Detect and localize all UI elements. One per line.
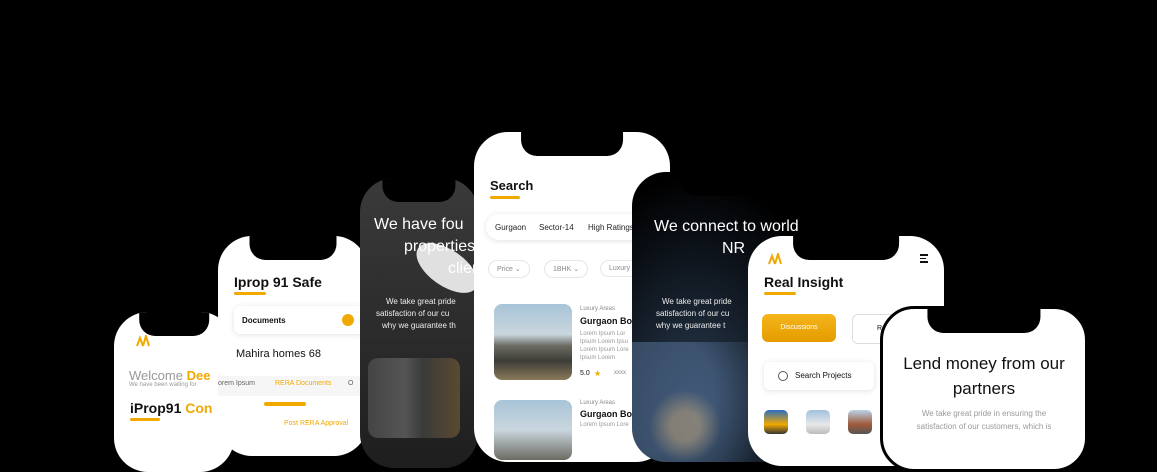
phone-notch — [139, 312, 209, 336]
project-name: Mahira homes 68 — [236, 348, 321, 360]
welcome-title: iProp91 Con — [130, 400, 213, 416]
search-icon — [778, 371, 788, 381]
discussions-label: Discussions — [780, 324, 818, 331]
documents-row[interactable]: Documents — [234, 306, 364, 334]
title-underline — [490, 196, 520, 199]
listing-image — [494, 304, 572, 380]
project-thumb[interactable] — [848, 410, 872, 434]
phone-safe: Iprop 91 Safe Documents Mahira homes 68 … — [218, 236, 368, 456]
listing-category: Luxury Areas — [580, 400, 616, 406]
chevron-down-icon: ⌄ — [573, 266, 580, 273]
search-projects-input[interactable]: Search Projects — [764, 362, 874, 390]
title-underline — [234, 292, 266, 295]
listing-name: Gurgaon Bo — [580, 409, 632, 419]
phone-notch — [927, 309, 1041, 333]
search-placeholder: Search Projects — [795, 371, 852, 380]
body-text: We take great pride satisfaction of our … — [376, 297, 456, 330]
documents-badge-icon — [342, 314, 354, 326]
filter-high-ratings[interactable]: High Ratings — [588, 223, 634, 232]
filter-gurgaon[interactable]: Gurgaon — [495, 223, 526, 232]
listing-extra: xxxx — [614, 370, 626, 376]
listing-name: Gurgaon Bo — [580, 316, 632, 326]
listing-image — [494, 400, 572, 460]
project-thumb[interactable] — [806, 410, 830, 434]
listing-category: Luxury Areas — [580, 306, 616, 312]
phone-lend-money: Lend money from our partners We take gre… — [880, 306, 1088, 472]
phone-notch — [521, 132, 623, 156]
phone-notch — [382, 178, 456, 202]
phone-found-properties: We have fou properties clien We take gre… — [360, 178, 478, 468]
bhk-dropdown[interactable]: 1BHK ⌄ — [544, 260, 589, 278]
tab-lorem[interactable]: orem Ipsum — [218, 380, 255, 387]
documents-label: Documents — [242, 316, 286, 325]
listing-description: Lorem Ipsum Lor Ipsum Lorem Ipsu Lorem Ip… — [580, 331, 629, 361]
body-text: We take great pride satisfaction of our … — [656, 297, 732, 330]
tab-rera-documents[interactable]: RERA Documents — [275, 380, 331, 387]
discussions-button[interactable]: Discussions — [762, 314, 836, 342]
app-logo-icon — [768, 250, 782, 270]
chevron-down-icon: ⌄ — [514, 266, 521, 273]
headline: Lend money from our partners — [903, 354, 1065, 398]
welcome-heading: Welcome Dee — [129, 368, 211, 383]
project-thumb[interactable] — [764, 410, 788, 434]
listing-rating: 5.0 — [580, 370, 590, 377]
menu-icon[interactable] — [920, 254, 928, 263]
app-logo-icon — [136, 332, 150, 347]
phone-notch — [793, 236, 899, 260]
filter-sector[interactable]: Sector-14 — [539, 223, 574, 232]
rera-approval-label: Post RERA Approval — [284, 420, 349, 427]
listing-description: Lorem Ipsum Lore — [580, 422, 629, 428]
title-underline — [130, 418, 160, 421]
phone-welcome: Welcome Dee We have been waiting for iPr… — [114, 312, 234, 472]
page-title: Search — [490, 178, 534, 193]
phone-notch — [249, 236, 337, 260]
body-text: We take great pride in ensuring the sati… — [916, 409, 1052, 431]
star-icon: ★ — [594, 369, 602, 378]
welcome-subtitle: We have been waiting for — [129, 382, 197, 388]
progress-bar — [264, 402, 306, 406]
property-image — [368, 358, 460, 438]
headline: We have fou properties clien — [374, 216, 478, 277]
phone-notch — [680, 172, 796, 196]
price-dropdown[interactable]: Price ⌄ — [488, 260, 530, 278]
tab-other[interactable]: O — [348, 380, 353, 387]
page-title: Real Insight — [764, 274, 844, 290]
title-underline — [764, 292, 796, 295]
page-title: Iprop 91 Safe — [234, 274, 322, 290]
tab-strip: orem Ipsum RERA Documents O — [218, 376, 368, 396]
